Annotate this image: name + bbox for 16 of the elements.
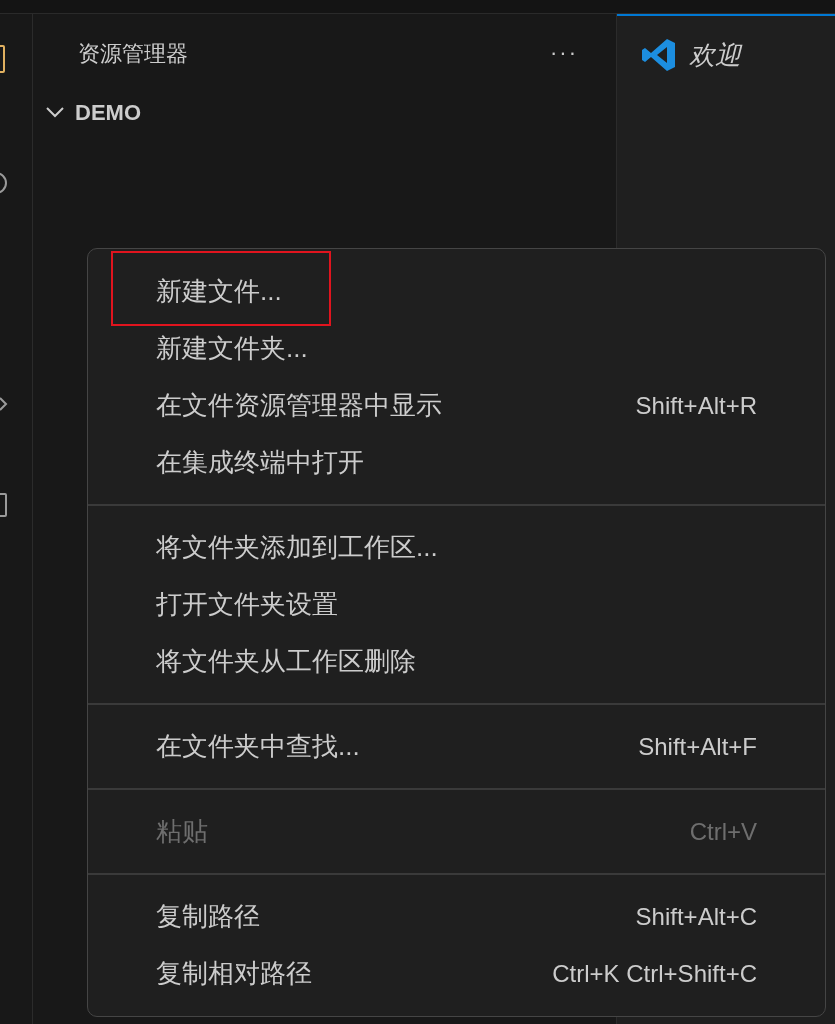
menu-item[interactable]: 在文件资源管理器中显示 Shift+Alt+R xyxy=(88,377,825,434)
tab-label: 欢迎 xyxy=(689,38,741,72)
menu-item[interactable]: 复制相对路径 Ctrl+K Ctrl+Shift+C xyxy=(88,945,825,1002)
folder-label: DEMO xyxy=(75,98,141,127)
menu-item[interactable]: 打开文件夹设置 xyxy=(88,576,825,633)
menu-item[interactable]: 将文件夹添加到工作区... xyxy=(88,519,825,576)
panel-title: 资源管理器 xyxy=(78,39,188,68)
menu-item[interactable]: 在集成终端中打开 xyxy=(88,434,825,491)
menu-item[interactable]: 新建文件... xyxy=(88,263,825,320)
folder-row[interactable]: DEMO xyxy=(33,92,616,132)
menu-item[interactable]: 在文件夹中查找... Shift+Alt+F xyxy=(88,718,825,775)
more-button[interactable]: ··· xyxy=(550,42,578,64)
editor-logo-icon xyxy=(641,37,677,73)
menu-item[interactable]: 新建文件夹... xyxy=(88,320,825,377)
menu-item[interactable]: 复制路径 Shift+Alt+C xyxy=(88,888,825,945)
menu-item[interactable]: 将文件夹从工作区删除 xyxy=(88,633,825,690)
